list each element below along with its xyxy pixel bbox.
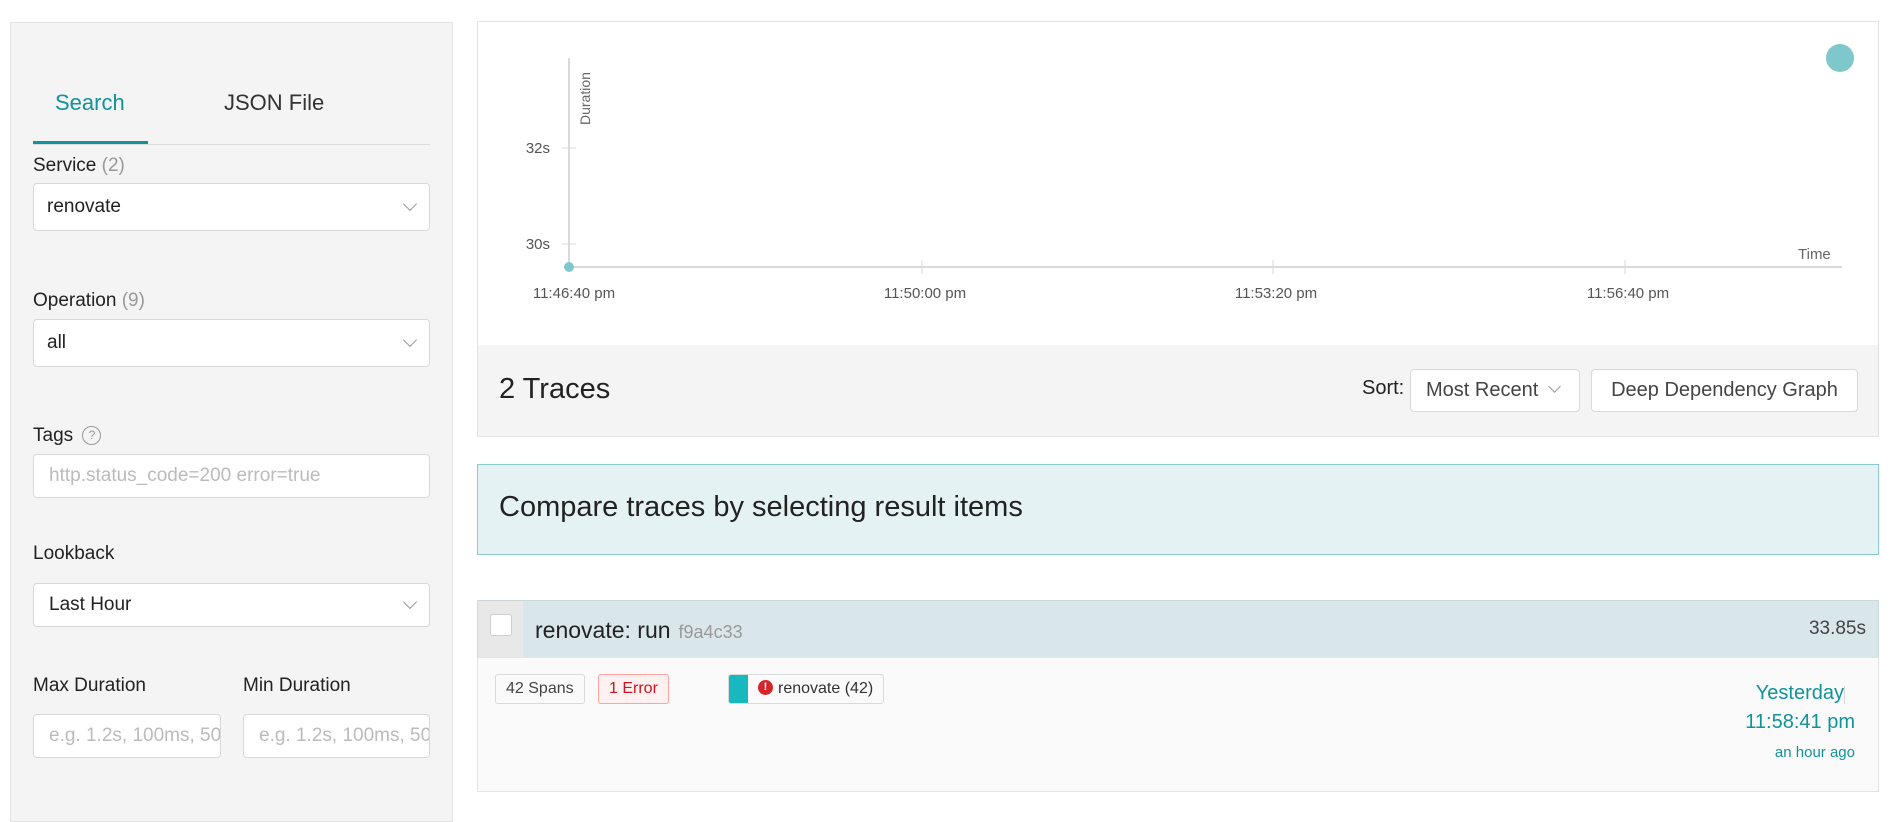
service-count: (2) (101, 155, 125, 176)
service-tag: ! renovate (42) (728, 674, 885, 704)
tab-search[interactable]: Search (55, 90, 125, 116)
service-tag-label: renovate (42) (778, 680, 874, 697)
compare-text: Compare traces by selecting result items (499, 491, 1023, 523)
chevron-down-icon (402, 594, 418, 610)
lookback-select-value: Last Hour (49, 594, 132, 615)
trace-name: renovate: run (535, 617, 671, 643)
max-duration-input[interactable]: e.g. 1.2s, 100ms, 500us (33, 714, 221, 758)
trace-point[interactable] (1826, 44, 1854, 72)
min-duration-label: Min Duration (243, 675, 351, 696)
y-tick-label: 30s (526, 236, 550, 253)
operation-select[interactable]: all (33, 319, 430, 367)
trace-id: f9a4c33 (678, 622, 743, 642)
tags-label: Tags ? (33, 425, 102, 447)
min-duration-input[interactable]: e.g. 1.2s, 100ms, 500us (243, 714, 430, 758)
trace-result-header[interactable]: renovate: run f9a4c33 33.85s (477, 600, 1879, 658)
help-icon[interactable]: ? (82, 426, 102, 446)
max-duration-label: Max Duration (33, 675, 146, 696)
active-tab-indicator (33, 141, 148, 144)
service-label: Service (2) (33, 155, 125, 177)
sort-select[interactable]: Most Recent (1410, 369, 1580, 412)
trace-select-checkbox[interactable] (490, 614, 512, 636)
lookback-select[interactable]: Last Hour (33, 583, 430, 627)
scatter-plot-svg: Duration Time 32s 30s 11:46:40 pm 11:50:… (526, 44, 1854, 302)
x-tick-label: 11:56:40 pm (1587, 285, 1669, 302)
trace-title[interactable]: renovate: run f9a4c33 (535, 617, 743, 644)
search-tabs: Search JSON File (33, 45, 430, 145)
min-duration-placeholder: e.g. 1.2s, 100ms, 500us (259, 725, 430, 746)
error-count-tag: 1 Error (598, 674, 669, 704)
service-color-swatch (729, 675, 748, 703)
service-select[interactable]: renovate (33, 183, 430, 231)
max-duration-placeholder: e.g. 1.2s, 100ms, 500us (49, 725, 221, 746)
lookback-label: Lookback (33, 543, 115, 564)
operation-select-value: all (47, 332, 67, 353)
trace-checkbox-cell (478, 601, 523, 657)
operation-label: Operation (9) (33, 290, 145, 312)
span-count-tag: 42 Spans (495, 674, 585, 704)
trace-result-body[interactable]: 42 Spans 1 Error ! renovate (42) Yesterda… (477, 657, 1879, 792)
chevron-down-icon (402, 332, 418, 348)
sort-label: Sort: (1362, 377, 1405, 399)
deep-dependency-graph-button[interactable]: Deep Dependency Graph (1591, 369, 1858, 412)
search-sidebar: Search JSON File Service (2) renovate Op… (10, 22, 453, 822)
service-label-text: Service (33, 155, 97, 176)
x-tick-label: 11:50:00 pm (884, 285, 966, 302)
trace-scatter-chart: Duration Time 32s 30s 11:46:40 pm 11:50:… (477, 21, 1879, 346)
y-axis-title: Duration (577, 72, 593, 125)
chevron-down-icon (402, 196, 418, 212)
date-divider (1844, 686, 1845, 704)
operation-count: (9) (121, 290, 145, 311)
x-tick-label: 11:53:20 pm (1235, 285, 1317, 302)
error-icon: ! (758, 680, 773, 696)
x-axis-title: Time (1798, 246, 1831, 263)
y-tick-label: 32s (526, 140, 550, 157)
traces-count: 2 Traces (499, 373, 611, 405)
trace-time: 11:58:41 pm (1745, 711, 1855, 733)
trace-point[interactable] (564, 262, 574, 272)
x-tick-label: 11:46:40 pm (533, 285, 615, 302)
tab-json-file[interactable]: JSON File (224, 90, 324, 116)
trace-date: Yesterday (1755, 682, 1844, 704)
operation-label-text: Operation (33, 290, 117, 311)
trace-duration: 33.85s (1808, 618, 1866, 639)
compare-banner: Compare traces by selecting result items (477, 464, 1879, 555)
trace-relative-time: an hour ago (1774, 744, 1855, 761)
service-select-value: renovate (47, 196, 121, 217)
sort-select-value: Most Recent (1426, 379, 1539, 401)
tags-input-placeholder: http.status_code=200 error=true (49, 465, 321, 486)
tags-label-text: Tags (33, 425, 74, 446)
chevron-down-icon (1548, 380, 1561, 393)
results-header: 2 Traces Sort: Most Recent Deep Dependen… (477, 345, 1879, 437)
trace-result-item: renovate: run f9a4c33 33.85s 42 Spans 1 E… (477, 600, 1879, 792)
tags-input[interactable]: http.status_code=200 error=true (33, 454, 430, 498)
